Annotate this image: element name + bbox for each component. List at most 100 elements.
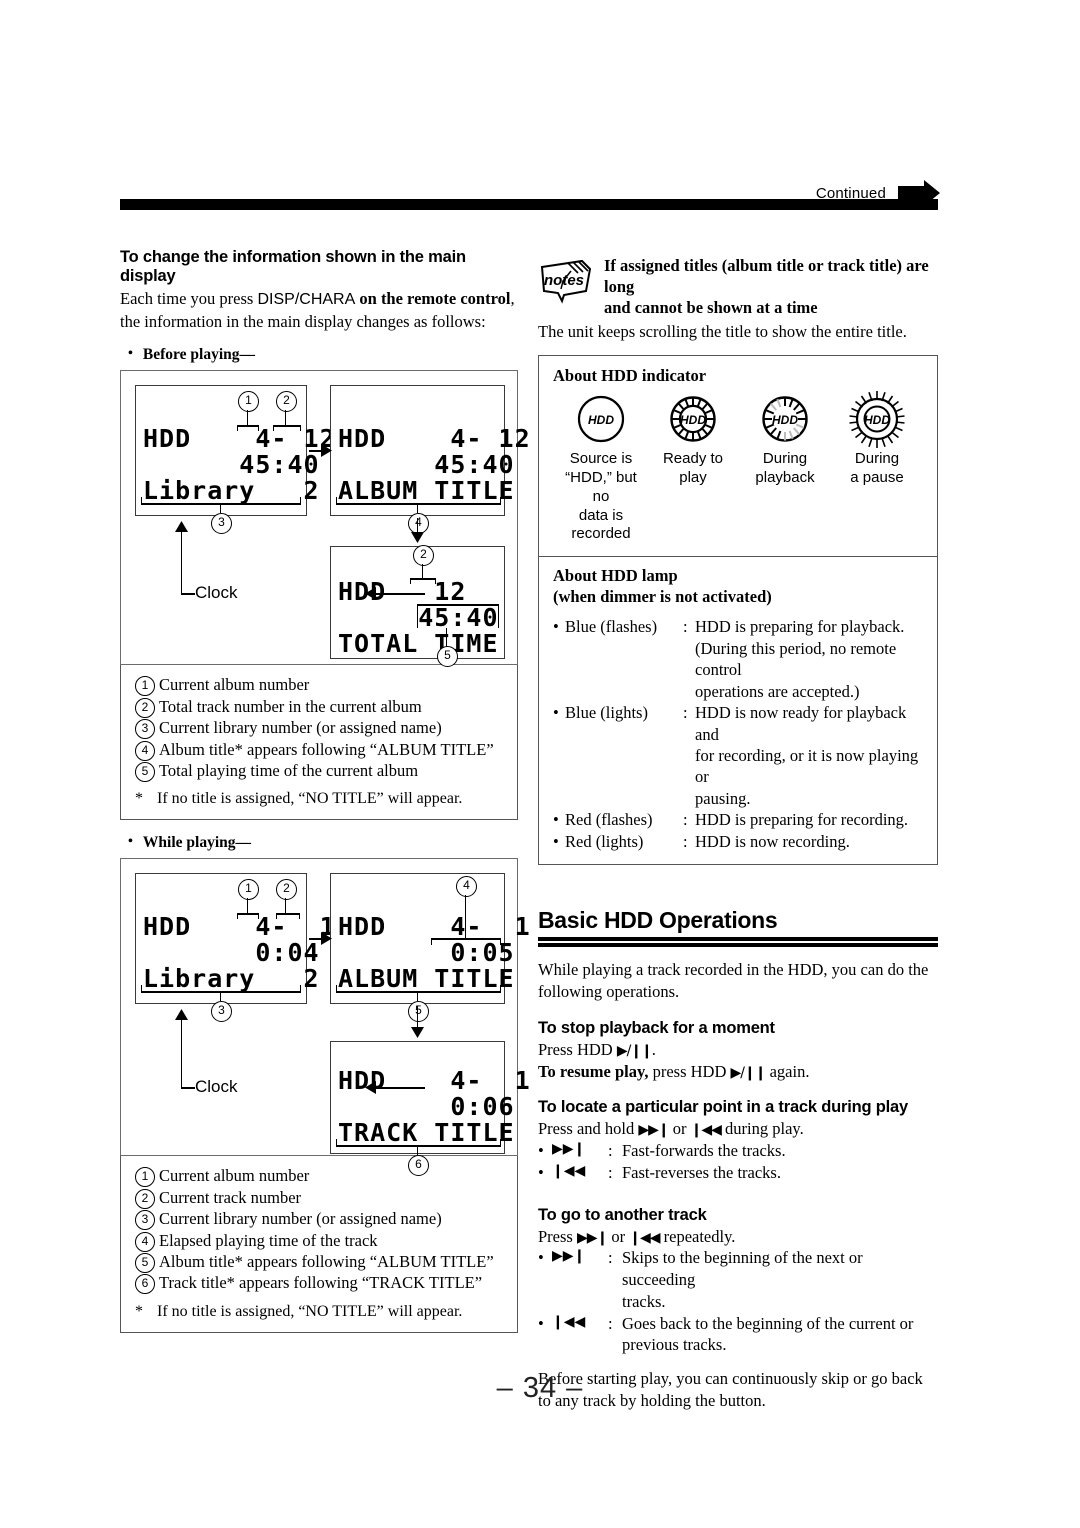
period: . (651, 1039, 656, 1059)
intro-paragraph: Each time you press DISP/CHARA on the re… (120, 288, 520, 332)
disp-chara-key: DISP/CHARA (257, 291, 356, 308)
lcd-line-2: 0:05 (338, 938, 515, 968)
arrow-2-head (411, 532, 424, 544)
lcd-panel-before-2: HDD 4- 12 45:40 ALBUM TITLE 4 (330, 385, 530, 535)
resume-play-label: To resume play, (538, 1061, 649, 1081)
locate-bullet-text: Fast-reverses the tracks. (622, 1162, 781, 1182)
sub-heading-locate-point: To locate a particular point in a track … (538, 1098, 908, 1117)
legend-footnote: * If no title is assigned, “NO TITLE” wi… (135, 1302, 507, 1323)
callout-2b-leader (422, 564, 424, 580)
lcd-line-2: 45:40 (338, 450, 515, 480)
lamp-item: • Red (flashes) : HDD is preparing for r… (553, 809, 925, 830)
bullet-dot: • (553, 617, 559, 637)
clock-elbow-h (181, 1087, 195, 1089)
clock-arrow-head (365, 1081, 376, 1095)
notes-block: notes If assigned titles (album title or… (538, 255, 938, 343)
rewind-glyph-icon: ❙◀◀ (552, 1313, 586, 1330)
lcd-line-1: HDD 4- 1 (338, 912, 531, 942)
fast-forward-glyph-icon: ▶▶❙ (576, 1229, 608, 1246)
lcd-line-1: HDD 4- 1 (143, 912, 336, 942)
callout-1-leader (247, 410, 249, 427)
callout-3: 3 (211, 513, 232, 535)
bullet-dot: • (538, 1313, 544, 1333)
callout-6-bracket (336, 1145, 501, 1147)
locate-text-b: or (668, 1119, 691, 1139)
lcd-panel-while-2: HDD 4- 1 0:05 ALBUM TITLE 4 5 (330, 873, 530, 1023)
another-track-bullet-text: Skips to the beginning of the next or su… (622, 1248, 863, 1290)
arrow-2-line (417, 1006, 419, 1029)
callout-2-bracket (273, 425, 301, 427)
notes-heading-line2: and cannot be shown at a time (604, 298, 818, 318)
hdd-indicator-row: HDD Source is “HDD,” but no data is reco… (553, 391, 925, 544)
callout-2: 2 (276, 391, 297, 413)
left-column: To change the information shown in the m… (120, 248, 530, 1333)
while-playing-label: • While playing— (128, 834, 520, 852)
arrow-1-head (321, 444, 332, 458)
callout-2-bracket-r (299, 913, 301, 920)
colon: : (608, 1248, 613, 1268)
header-rule (120, 199, 938, 210)
section-title: Basic HDD Operations (538, 907, 778, 934)
lamp-desc: HDD is now ready for playback and (695, 703, 907, 744)
callout-1-bracket-l (237, 425, 239, 432)
callout-5-leader (417, 991, 419, 1002)
callout-2b-bracket (410, 578, 436, 580)
lcd-line-1: HDD 4- 12 (338, 424, 531, 454)
lcd-line-1: HDD 12 (338, 577, 467, 607)
while-playing-text: While playing— (142, 834, 251, 852)
callout-4-bracket-l (431, 938, 433, 946)
legend-text: Current track number (159, 1187, 302, 1207)
another-track-bullet-cont: tracks. (622, 1291, 666, 1311)
while-playing-diagram: HDD 4- 1 0:04 Library 2 1 2 3 HDD 4- 1 0… (120, 858, 530, 1177)
legend-text: Total track number in the current album (159, 696, 422, 716)
lamp-color: Red (lights) (565, 831, 644, 851)
clock-label: Clock (195, 1077, 238, 1097)
legend-num: 1 (135, 1165, 159, 1188)
legend-num: 3 (135, 1208, 159, 1231)
clock-return-arrow-head (175, 521, 188, 533)
arrow-2-head (411, 1027, 424, 1039)
legend-text: Album title* appears following “ALBUM TI… (159, 1251, 494, 1271)
hdd-indicator-title: About HDD indicator (553, 365, 707, 385)
footnote-star: * (135, 790, 143, 808)
callout-2-leader (285, 410, 287, 427)
clock-arrow-line (371, 593, 425, 595)
callout-3-bracket-r (300, 985, 302, 993)
notes-heading-line1: If assigned titles (album title or track… (604, 256, 929, 297)
manual-page: Continued To change the information show… (0, 0, 1080, 1528)
colon: : (608, 1162, 613, 1182)
callout-3-bracket-l (141, 497, 143, 505)
another-track-bullet: • ❙◀◀ : Goes back to the beginning of th… (538, 1313, 938, 1335)
lcd-line-3: ALBUM TITLE (338, 964, 515, 994)
callout-4-bracket-r (500, 938, 502, 946)
hdd-indicator-item: HDD Ready to play (647, 392, 739, 544)
lamp-cont: pausing. (695, 788, 751, 808)
locate-bullet: • ❙◀◀ : Fast-reverses the tracks. (538, 1162, 938, 1184)
lamp-desc: HDD is preparing for recording. (695, 810, 909, 830)
bullet-dot: • (538, 1162, 544, 1182)
legend-item: 5 Total playing time of the current albu… (135, 760, 507, 782)
intro-text-a: Each time you press (120, 289, 258, 308)
fast-forward-glyph-icon: ▶▶❙ (552, 1141, 586, 1158)
basic-hdd-operations-section: Basic HDD Operations While playing a tra… (538, 907, 938, 1411)
footnote-text: If no title is assigned, “NO TITLE” will… (157, 1302, 463, 1320)
callout-4: 4 (456, 876, 477, 898)
legend-num: 2 (135, 696, 159, 718)
resume-text-a: press HDD (648, 1061, 731, 1081)
callout-3-leader (220, 991, 222, 1002)
svg-text:notes: notes (544, 272, 584, 289)
bullet-dot: • (553, 831, 559, 851)
lamp-cont: for recording, or it is now playing or (695, 746, 919, 787)
clock-label: Clock (195, 583, 238, 603)
callout-2-bracket-l (273, 425, 275, 432)
callout-2-bracket-r (300, 425, 302, 432)
legend-text: Elapsed playing time of the track (159, 1230, 378, 1250)
sub-heading-stop-playback: To stop playback for a moment (538, 1018, 775, 1037)
legend-num: 3 (135, 717, 159, 740)
hdd-indicator-playback-icon: HDD (739, 392, 831, 446)
legend-item: 2 Current track number (135, 1187, 507, 1209)
callout-5: 5 (437, 646, 458, 668)
fast-forward-glyph-icon: ▶▶❙ (552, 1248, 586, 1265)
locate-text-c: during play. (720, 1119, 804, 1139)
callout-4-bracket-r (500, 497, 502, 505)
